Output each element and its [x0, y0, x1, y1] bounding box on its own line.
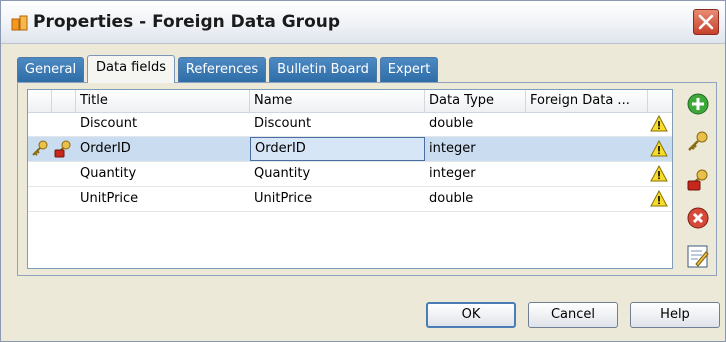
- cell-data-type: integer: [429, 141, 476, 156]
- cell-data-type: double: [429, 191, 474, 206]
- close-icon: [698, 14, 714, 30]
- warning-icon: [650, 190, 668, 207]
- cell-title: UnitPrice: [80, 191, 139, 206]
- cell-name-focused[interactable]: OrderID: [250, 137, 425, 161]
- column-header-foreign-data[interactable]: Foreign Data ...: [526, 90, 648, 112]
- cell-title: Discount: [80, 116, 138, 131]
- warning-icon: [650, 115, 668, 132]
- warning-icon: [650, 140, 668, 157]
- tab-general[interactable]: General: [17, 57, 84, 82]
- app-icon: [11, 15, 28, 31]
- header-icon-col-2: [52, 90, 76, 112]
- cell-data-type: double: [429, 116, 474, 131]
- cell-data-type: integer: [429, 166, 476, 181]
- key-lock-icon: [54, 140, 71, 158]
- lock-key-icon: [687, 169, 708, 191]
- cell-title: OrderID: [80, 141, 131, 156]
- data-fields-grid[interactable]: Title Name Data Type Foreign Data ... Di…: [27, 89, 673, 269]
- cell-name: UnitPrice: [254, 191, 313, 206]
- warning-icon: [650, 165, 668, 182]
- title-bar: Properties - Foreign Data Group: [1, 1, 725, 44]
- ok-button[interactable]: OK: [426, 302, 516, 328]
- tab-expert[interactable]: Expert: [380, 57, 438, 82]
- help-button[interactable]: Help: [630, 302, 720, 328]
- column-header-data-type[interactable]: Data Type: [425, 90, 526, 112]
- foreign-key-button[interactable]: [685, 167, 711, 193]
- table-row[interactable]: Discount Discount double: [28, 112, 672, 137]
- edit-field-button[interactable]: [685, 243, 711, 269]
- delete-icon: [687, 207, 709, 229]
- cell-name: Quantity: [254, 166, 311, 181]
- tab-bulletin-board[interactable]: Bulletin Board: [269, 57, 377, 82]
- column-header-title[interactable]: Title: [76, 90, 250, 112]
- window-title: Properties - Foreign Data Group: [33, 12, 341, 32]
- table-row[interactable]: UnitPrice UnitPrice double: [28, 187, 672, 212]
- edit-icon: [687, 245, 709, 268]
- tab-data-fields[interactable]: Data fields: [87, 55, 175, 83]
- cell-name: Discount: [254, 116, 312, 131]
- set-key-button[interactable]: [685, 129, 711, 155]
- table-row[interactable]: Quantity Quantity integer: [28, 162, 672, 187]
- tab-references[interactable]: References: [178, 57, 266, 82]
- cell-title: Quantity: [80, 166, 137, 181]
- header-icon-col: [28, 90, 52, 112]
- key-icon: [688, 131, 708, 151]
- cell-foreign-data: [526, 112, 648, 136]
- table-row-selected[interactable]: OrderID OrderID integer: [28, 137, 672, 162]
- properties-dialog: Properties - Foreign Data Group General …: [0, 0, 726, 342]
- add-field-button[interactable]: [685, 91, 711, 117]
- primary-key-icon: [32, 140, 48, 156]
- add-icon: [687, 93, 709, 115]
- grid-header: Title Name Data Type Foreign Data ...: [28, 90, 672, 113]
- cell-foreign-data: [526, 162, 648, 186]
- close-button[interactable]: [693, 9, 719, 35]
- cancel-button[interactable]: Cancel: [528, 302, 618, 328]
- cell-foreign-data: [526, 187, 648, 211]
- cell-foreign-data: [526, 137, 648, 161]
- delete-field-button[interactable]: [685, 205, 711, 231]
- column-header-name[interactable]: Name: [250, 90, 425, 112]
